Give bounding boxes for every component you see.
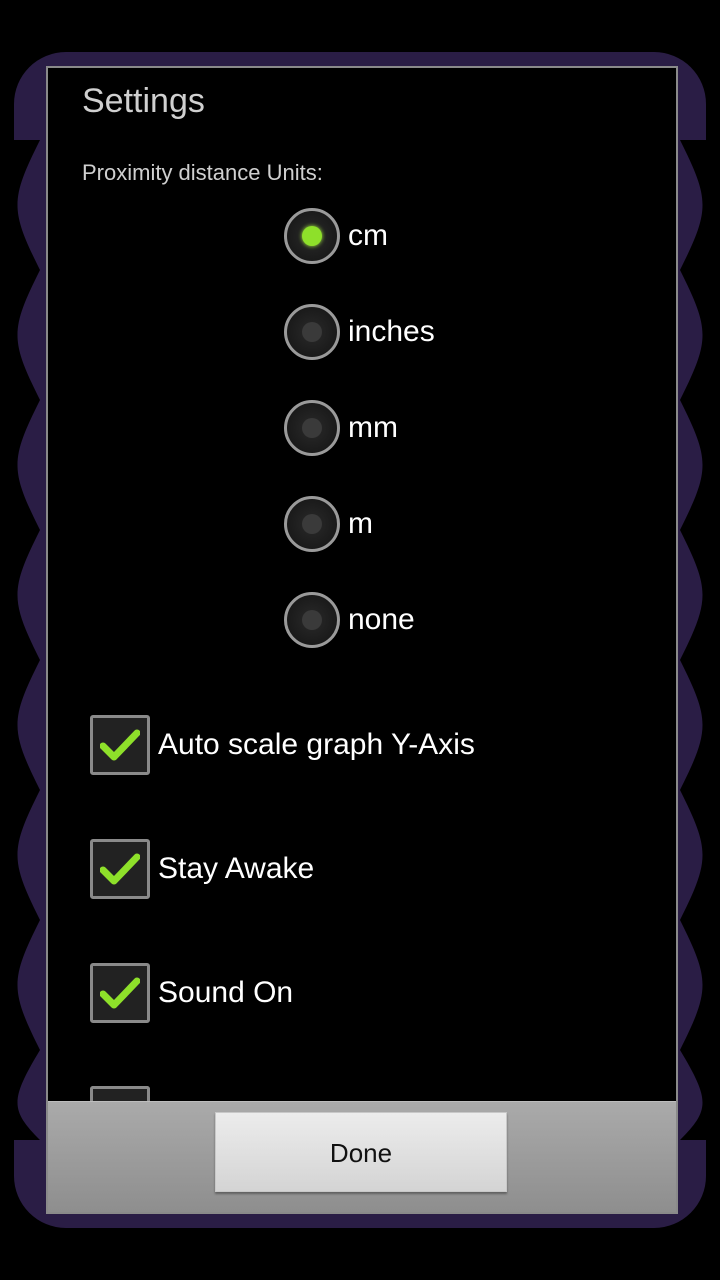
checkbox-label: Stay Awake bbox=[158, 852, 315, 885]
radio-option-none[interactable]: none bbox=[284, 588, 415, 652]
radio-label: m bbox=[348, 507, 373, 540]
checkbox[interactable] bbox=[90, 839, 150, 899]
radio-label: inches bbox=[348, 315, 435, 348]
radio-option-m[interactable]: m bbox=[284, 492, 373, 556]
checkbox-partially-hidden[interactable] bbox=[90, 1086, 150, 1102]
settings-dialog: Settings Proximity distance Units: cm in… bbox=[46, 66, 678, 1214]
radio-button[interactable] bbox=[284, 400, 340, 456]
units-label: Proximity distance Units: bbox=[82, 160, 323, 185]
radio-label: cm bbox=[348, 219, 388, 252]
checkbox[interactable] bbox=[90, 715, 150, 775]
checkbox-sound-on[interactable]: Sound On bbox=[90, 962, 293, 1024]
checkbox[interactable] bbox=[90, 963, 150, 1023]
radio-button[interactable] bbox=[284, 592, 340, 648]
radio-label: mm bbox=[348, 411, 398, 444]
radio-option-mm[interactable]: mm bbox=[284, 396, 398, 460]
done-button[interactable]: Done bbox=[215, 1112, 507, 1192]
wavy-border-right bbox=[680, 140, 720, 1140]
wavy-border-left bbox=[0, 140, 40, 1140]
checkmark-icon bbox=[100, 729, 140, 761]
radio-option-cm[interactable]: cm bbox=[284, 204, 388, 268]
dialog-footer: Done bbox=[48, 1101, 676, 1212]
dialog-title: Settings bbox=[82, 82, 205, 120]
radio-option-inches[interactable]: inches bbox=[284, 300, 435, 364]
checkbox-label: Auto scale graph Y-Axis bbox=[158, 728, 475, 761]
radio-button-checked[interactable] bbox=[284, 208, 340, 264]
checkmark-icon bbox=[100, 853, 140, 885]
checkbox-stay-awake[interactable]: Stay Awake bbox=[90, 838, 314, 900]
checkmark-icon bbox=[100, 977, 140, 1009]
checkbox-label: Sound On bbox=[158, 976, 294, 1009]
radio-button[interactable] bbox=[284, 304, 340, 360]
checkbox-auto-scale[interactable]: Auto scale graph Y-Axis bbox=[90, 714, 475, 776]
radio-label: none bbox=[348, 603, 415, 636]
radio-button[interactable] bbox=[284, 496, 340, 552]
